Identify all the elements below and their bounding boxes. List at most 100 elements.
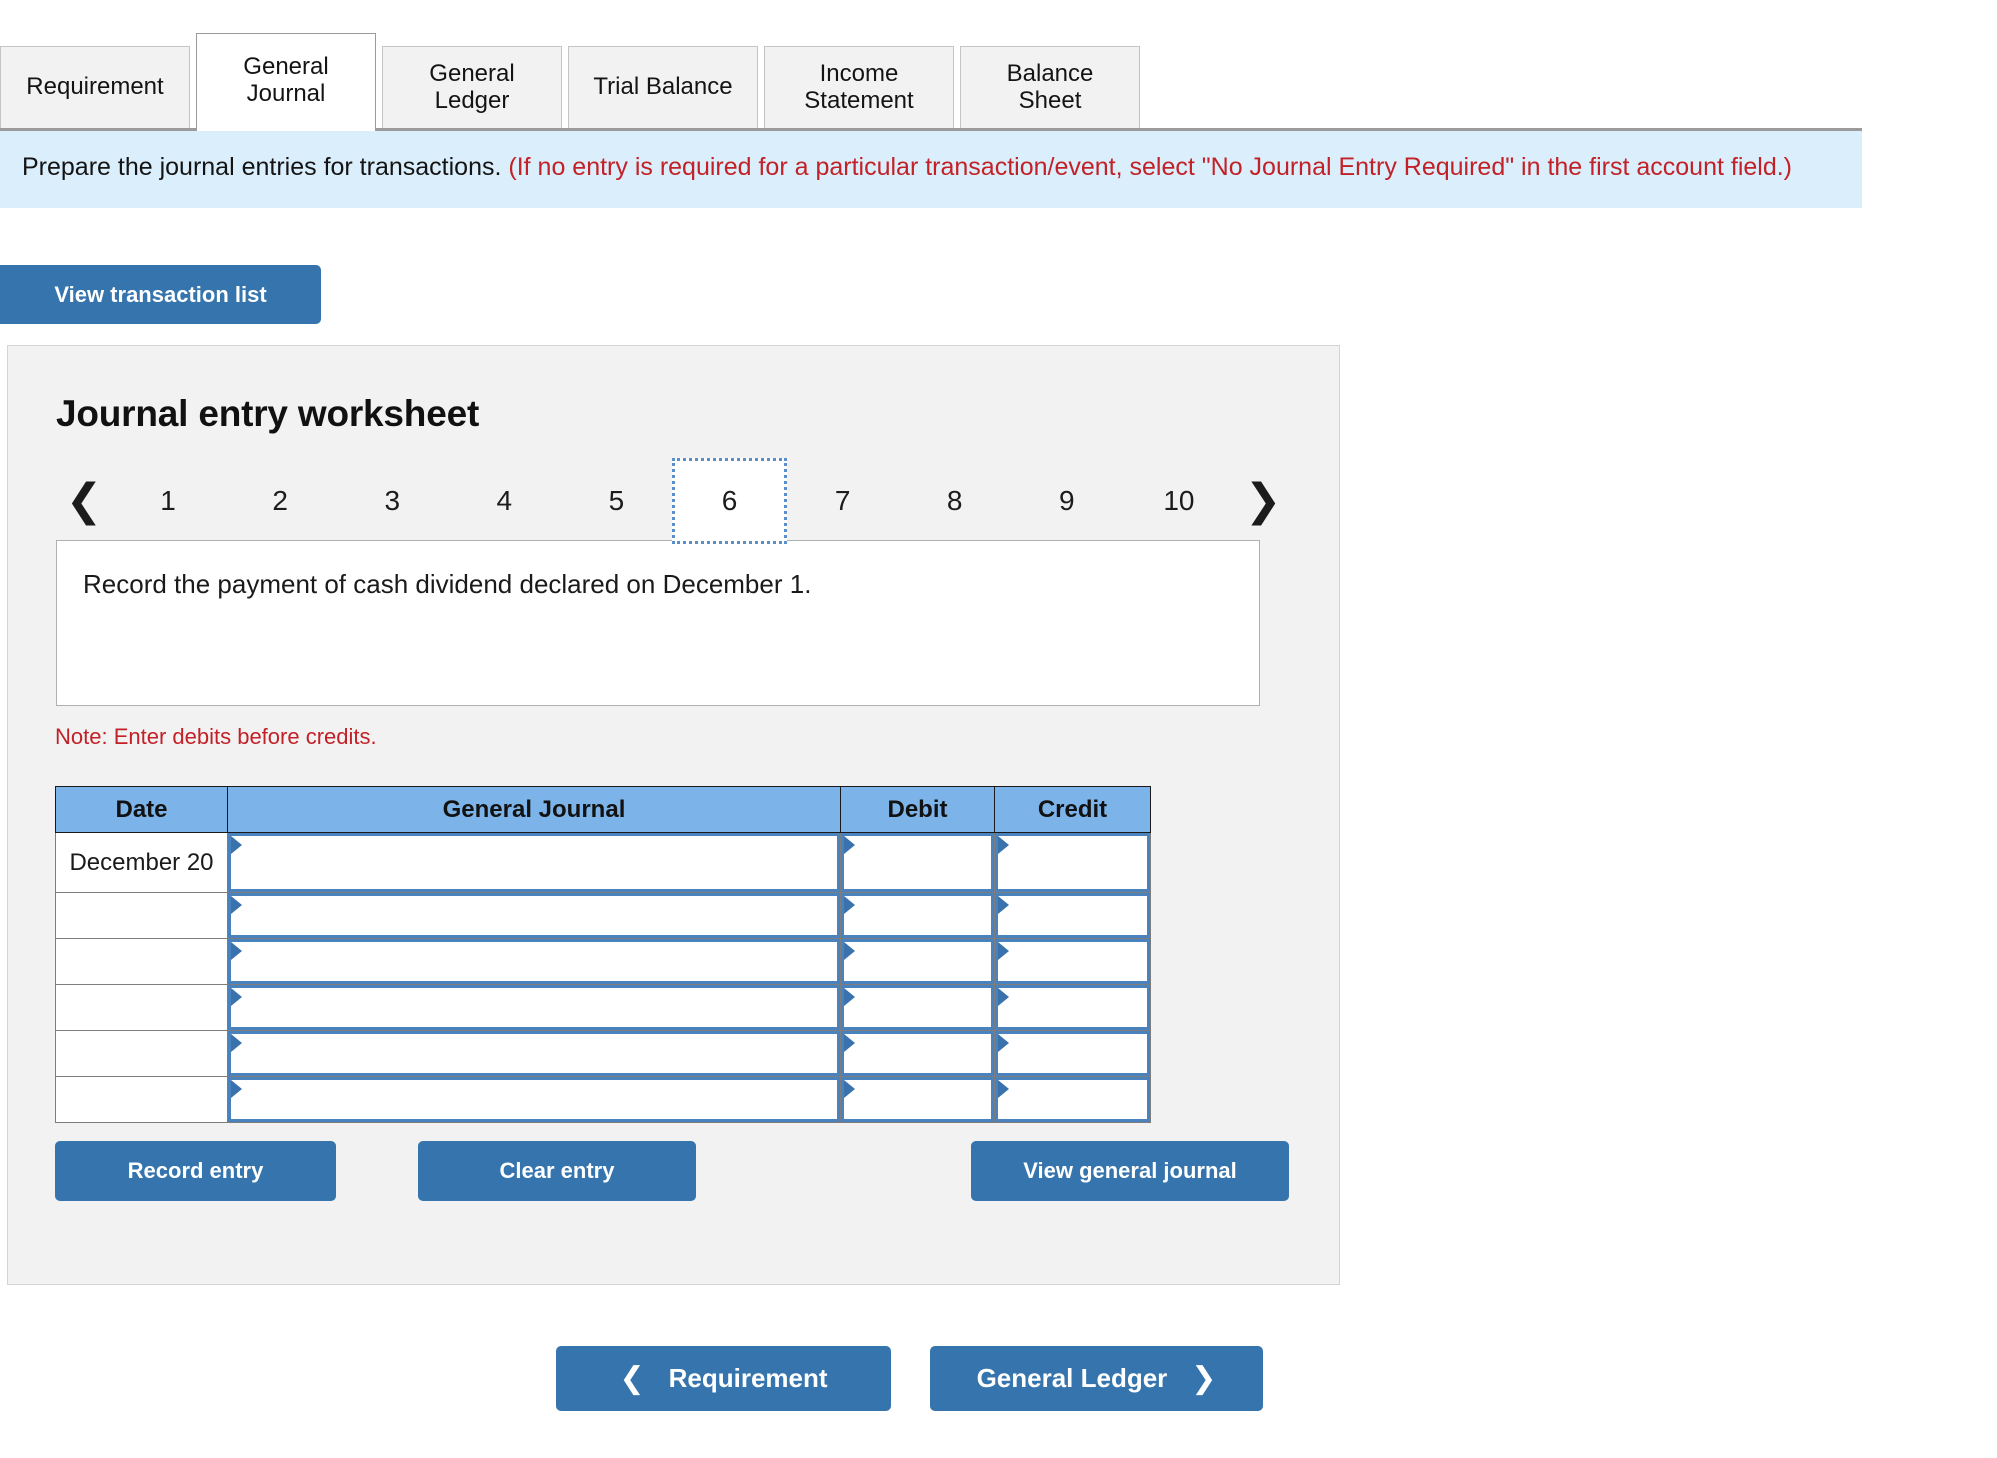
account-input[interactable] (228, 1031, 840, 1076)
dropdown-triangle-icon (844, 942, 855, 960)
pager-page-1[interactable]: 1 (112, 464, 224, 538)
cell-credit[interactable] (994, 984, 1151, 1031)
debit-input[interactable] (841, 1031, 994, 1076)
worksheet-pager: ❮ 1 2 3 4 5 6 7 8 9 10 ❯ (56, 458, 1291, 544)
previous-requirement-button[interactable]: ❮ Requirement (556, 1346, 891, 1411)
cell-general-journal[interactable] (227, 938, 841, 985)
column-header-date: Date (55, 786, 228, 833)
cell-credit[interactable] (994, 1030, 1151, 1077)
table-row (55, 984, 1151, 1031)
tab-label: Requirement (26, 73, 164, 101)
column-header-debit: Debit (840, 786, 995, 833)
pager-page-5[interactable]: 5 (560, 464, 672, 538)
next-general-ledger-button[interactable]: General Ledger ❯ (930, 1346, 1263, 1411)
instruction-banner: Prepare the journal entries for transact… (0, 131, 1862, 208)
cell-credit[interactable] (994, 832, 1151, 893)
credit-input[interactable] (995, 833, 1150, 892)
table-row: December 20 (55, 832, 1151, 893)
cell-date: December 20 (55, 832, 228, 893)
cell-date (55, 984, 228, 1031)
credit-input[interactable] (995, 1031, 1150, 1076)
dropdown-triangle-icon (231, 1080, 242, 1098)
dropdown-triangle-icon (998, 896, 1009, 914)
dropdown-triangle-icon (998, 942, 1009, 960)
pager-page-9[interactable]: 9 (1011, 464, 1123, 538)
dropdown-triangle-icon (998, 988, 1009, 1006)
cell-debit[interactable] (840, 1076, 995, 1123)
dropdown-triangle-icon (998, 1080, 1009, 1098)
pager-page-2[interactable]: 2 (224, 464, 336, 538)
instruction-hint: (If no entry is required for a particula… (508, 153, 1793, 181)
cell-debit[interactable] (840, 984, 995, 1031)
credit-input[interactable] (995, 1077, 1150, 1122)
tab-requirement[interactable]: Requirement (0, 46, 190, 128)
pager-page-7[interactable]: 7 (787, 464, 899, 538)
view-transaction-list-button[interactable]: View transaction list (0, 265, 321, 324)
tab-label: Balance Sheet (1006, 59, 1094, 114)
debit-input[interactable] (841, 893, 994, 938)
cell-credit[interactable] (994, 892, 1151, 939)
tab-label: General Ledger (429, 59, 515, 114)
debit-input[interactable] (841, 939, 994, 984)
tab-general-ledger[interactable]: General Ledger (382, 46, 562, 128)
debit-input[interactable] (841, 985, 994, 1030)
table-row (55, 892, 1151, 939)
account-input[interactable] (228, 1077, 840, 1122)
tab-balance-sheet[interactable]: Balance Sheet (960, 46, 1140, 128)
pager-page-10[interactable]: 10 (1123, 464, 1235, 538)
cell-debit[interactable] (840, 892, 995, 939)
dropdown-triangle-icon (231, 942, 242, 960)
credit-input[interactable] (995, 893, 1150, 938)
table-row (55, 1030, 1151, 1077)
account-input[interactable] (228, 985, 840, 1030)
tab-label: Income Statement (804, 59, 914, 114)
cell-debit[interactable] (840, 938, 995, 985)
dropdown-triangle-icon (844, 1080, 855, 1098)
next-general-ledger-label: General Ledger (976, 1363, 1168, 1393)
cell-debit[interactable] (840, 832, 995, 893)
record-entry-button[interactable]: Record entry (55, 1141, 336, 1201)
cell-general-journal[interactable] (227, 1030, 841, 1077)
tab-general-journal[interactable]: General Journal (196, 33, 376, 131)
debit-input[interactable] (841, 833, 994, 892)
cell-credit[interactable] (994, 938, 1151, 985)
chevron-right-icon: ❯ (1191, 1360, 1217, 1396)
clear-entry-button[interactable]: Clear entry (418, 1141, 696, 1201)
tab-income-statement[interactable]: Income Statement (764, 46, 954, 128)
table-row (55, 1076, 1151, 1123)
cell-general-journal[interactable] (227, 892, 841, 939)
pager-page-4[interactable]: 4 (448, 464, 560, 538)
pager-page-8[interactable]: 8 (899, 464, 1011, 538)
journal-entry-table: Date General Journal Debit Credit Decemb… (55, 786, 1151, 1123)
transaction-description-text: Record the payment of cash dividend decl… (83, 569, 812, 599)
cell-credit[interactable] (994, 1076, 1151, 1123)
debits-before-credits-note: Note: Enter debits before credits. (55, 724, 377, 749)
dropdown-triangle-icon (231, 836, 242, 854)
dropdown-triangle-icon (231, 1034, 242, 1052)
dropdown-triangle-icon (998, 1034, 1009, 1052)
credit-input[interactable] (995, 985, 1150, 1030)
transaction-description-box: Record the payment of cash dividend decl… (56, 540, 1260, 706)
cell-general-journal[interactable] (227, 1076, 841, 1123)
cell-general-journal[interactable] (227, 832, 841, 893)
chevron-left-icon[interactable]: ❮ (56, 464, 112, 538)
chevron-right-icon[interactable]: ❯ (1235, 464, 1291, 538)
account-input[interactable] (228, 893, 840, 938)
dropdown-triangle-icon (844, 1034, 855, 1052)
instruction-main: Prepare the journal entries for transact… (22, 153, 502, 181)
account-input[interactable] (228, 939, 840, 984)
credit-input[interactable] (995, 939, 1150, 984)
pager-page-6[interactable]: 6 (672, 458, 787, 544)
table-header-row: Date General Journal Debit Credit (55, 786, 1151, 833)
cell-date (55, 1030, 228, 1077)
cell-debit[interactable] (840, 1030, 995, 1077)
tab-trial-balance[interactable]: Trial Balance (568, 46, 758, 128)
debit-input[interactable] (841, 1077, 994, 1122)
pager-number-list: 1 2 3 4 5 6 7 8 9 10 (112, 458, 1235, 544)
pager-page-3[interactable]: 3 (336, 464, 448, 538)
previous-requirement-label: Requirement (668, 1363, 828, 1393)
account-input[interactable] (228, 833, 840, 892)
dropdown-triangle-icon (844, 896, 855, 914)
cell-general-journal[interactable] (227, 984, 841, 1031)
view-general-journal-button[interactable]: View general journal (971, 1141, 1289, 1201)
